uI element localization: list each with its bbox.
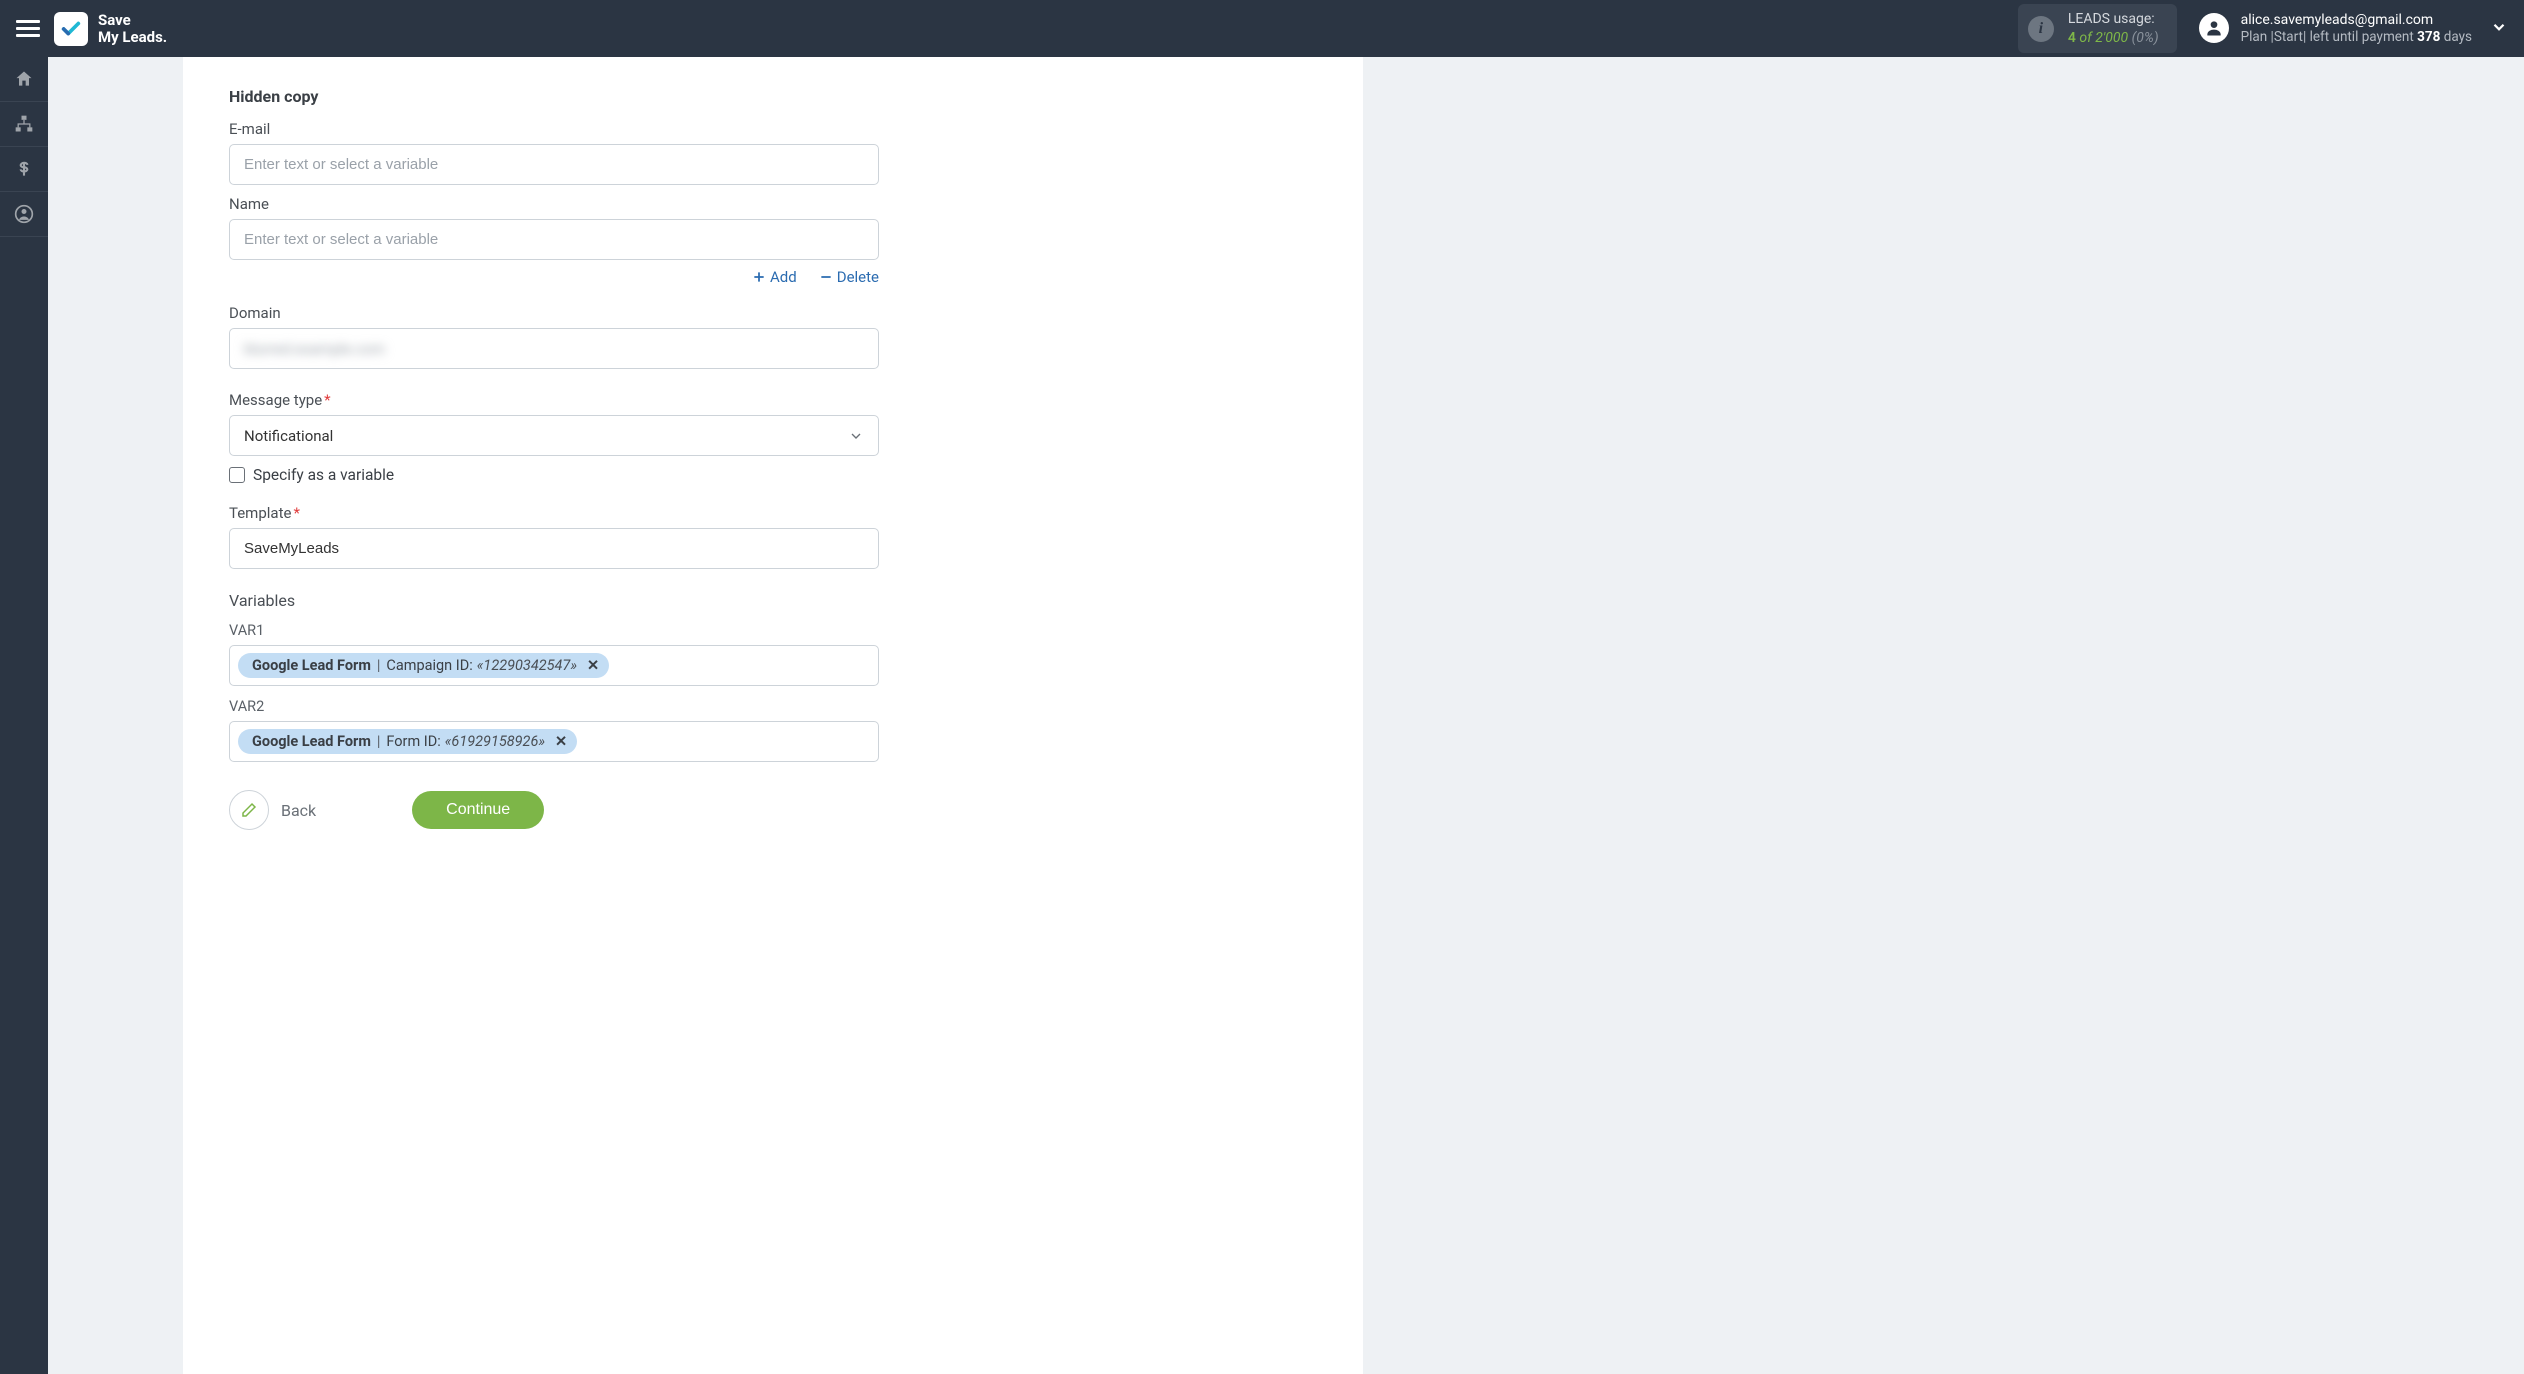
account-plan: Plan |Start| left until payment 378 days: [2241, 29, 2472, 47]
usage-percent: (0%): [2132, 30, 2159, 46]
continue-button[interactable]: Continue: [412, 791, 544, 829]
logo-text: Save My Leads.: [98, 12, 167, 45]
email-input[interactable]: [229, 144, 879, 185]
domain-label: Domain: [229, 304, 879, 322]
sidebar-nav: [0, 57, 48, 1374]
menu-toggle[interactable]: [16, 17, 40, 41]
message-type-label: Message type*: [229, 391, 879, 409]
email-label: E-mail: [229, 120, 879, 138]
form-panel: Hidden copy E-mail Name Add Delete Domai…: [183, 57, 1363, 1374]
add-button[interactable]: Add: [752, 268, 797, 286]
var2-chip: Google Lead Form | Form ID: «61929158926…: [238, 729, 577, 754]
chevron-down-icon: [848, 428, 864, 444]
sidebar-item-connections[interactable]: [0, 102, 48, 147]
name-label: Name: [229, 195, 879, 213]
chevron-down-icon[interactable]: [2490, 18, 2508, 40]
var1-chip: Google Lead Form | Campaign ID: «1229034…: [238, 653, 609, 678]
pencil-icon: [229, 790, 269, 830]
domain-input[interactable]: blurred.example.com: [229, 328, 879, 369]
logo-mark-icon: [54, 12, 88, 46]
var1-input[interactable]: Google Lead Form | Campaign ID: «1229034…: [229, 645, 879, 686]
sidebar-item-billing[interactable]: [0, 147, 48, 192]
template-input[interactable]: [229, 528, 879, 569]
name-input[interactable]: [229, 219, 879, 260]
message-type-select[interactable]: Notificational: [229, 415, 879, 456]
var1-chip-remove[interactable]: ✕: [587, 657, 599, 674]
account-email: alice.savemyleads@gmail.com: [2241, 11, 2472, 29]
info-icon: i: [2028, 16, 2054, 42]
var1-label: VAR1: [229, 622, 879, 639]
back-button[interactable]: Back: [229, 790, 316, 830]
var2-label: VAR2: [229, 698, 879, 715]
logo[interactable]: Save My Leads.: [54, 12, 167, 46]
avatar-icon: [2199, 13, 2229, 43]
template-label: Template*: [229, 504, 879, 522]
delete-button[interactable]: Delete: [819, 268, 879, 286]
var2-input[interactable]: Google Lead Form | Form ID: «61929158926…: [229, 721, 879, 762]
usage-label: LEADS usage:: [2068, 10, 2159, 28]
leads-usage-pill[interactable]: i LEADS usage: 4 of 2'000 (0%): [2018, 4, 2177, 52]
sidebar-item-home[interactable]: [0, 57, 48, 102]
var2-chip-remove[interactable]: ✕: [555, 733, 567, 750]
hidden-copy-title: Hidden copy: [229, 87, 879, 106]
specify-variable-label: Specify as a variable: [253, 466, 394, 484]
sidebar-item-account[interactable]: [0, 192, 48, 237]
account-menu[interactable]: alice.savemyleads@gmail.com Plan |Start|…: [2199, 11, 2472, 47]
specify-variable-checkbox[interactable]: [229, 467, 245, 483]
variables-label: Variables: [229, 591, 879, 610]
app-header: Save My Leads. i LEADS usage: 4 of 2'000…: [0, 0, 2524, 57]
usage-count: 4: [2068, 30, 2076, 46]
